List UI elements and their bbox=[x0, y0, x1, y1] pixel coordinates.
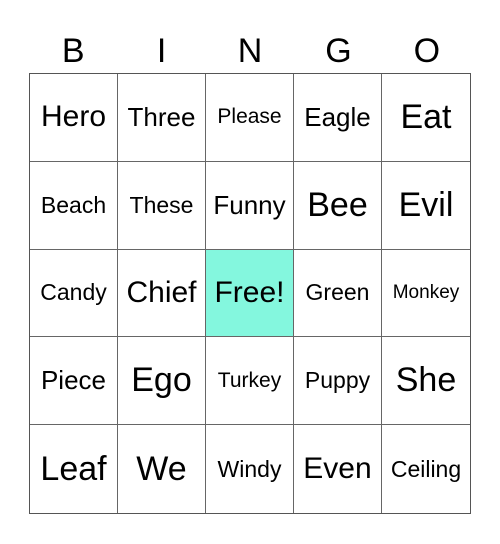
bingo-cell[interactable]: These bbox=[118, 161, 206, 250]
bingo-cell[interactable]: Puppy bbox=[294, 337, 382, 426]
header-letter-n: N bbox=[237, 32, 263, 70]
free-space-cell[interactable]: Free! bbox=[206, 249, 294, 338]
bingo-cell[interactable]: Monkey bbox=[382, 250, 470, 338]
bingo-cell[interactable]: Candy bbox=[30, 249, 118, 338]
bingo-cell[interactable]: She bbox=[382, 337, 470, 426]
bingo-card-grid: Hero Three Please Eagle Eat Beach These Funny Be… bbox=[29, 73, 471, 514]
bingo-cell[interactable]: We bbox=[118, 425, 206, 513]
bingo-cell[interactable]: Beach bbox=[30, 161, 118, 250]
bingo-cell[interactable]: Hero bbox=[30, 74, 118, 162]
bingo-cell[interactable]: Turkey bbox=[206, 337, 294, 426]
bingo-cell[interactable]: Evil bbox=[382, 162, 470, 250]
bingo-cell[interactable]: Windy bbox=[206, 425, 294, 513]
bingo-cell[interactable]: Three bbox=[118, 74, 206, 162]
bingo-cell[interactable]: Piece bbox=[30, 337, 118, 426]
bingo-cell[interactable]: Ego bbox=[118, 337, 206, 426]
bingo-cell[interactable]: Chief bbox=[118, 249, 206, 338]
bingo-cell[interactable]: Green bbox=[294, 249, 382, 338]
bingo-cell[interactable]: Funny bbox=[206, 161, 294, 250]
bingo-header: B I N G O bbox=[29, 30, 471, 72]
bingo-cell[interactable]: Bee bbox=[294, 161, 382, 250]
header-letter-b: B bbox=[61, 32, 85, 70]
bingo-cell[interactable]: Please bbox=[206, 74, 294, 162]
header-letter-g: G bbox=[325, 32, 352, 70]
bingo-cell[interactable]: Eat bbox=[382, 74, 470, 162]
bingo-cell[interactable]: Eagle bbox=[294, 74, 382, 162]
bingo-cell[interactable]: Leaf bbox=[30, 425, 118, 513]
bingo-cell[interactable]: Ceiling bbox=[382, 425, 470, 513]
header-letter-i: I bbox=[156, 32, 167, 70]
header-letter-o: O bbox=[413, 32, 441, 70]
bingo-cell[interactable]: Even bbox=[294, 425, 382, 513]
